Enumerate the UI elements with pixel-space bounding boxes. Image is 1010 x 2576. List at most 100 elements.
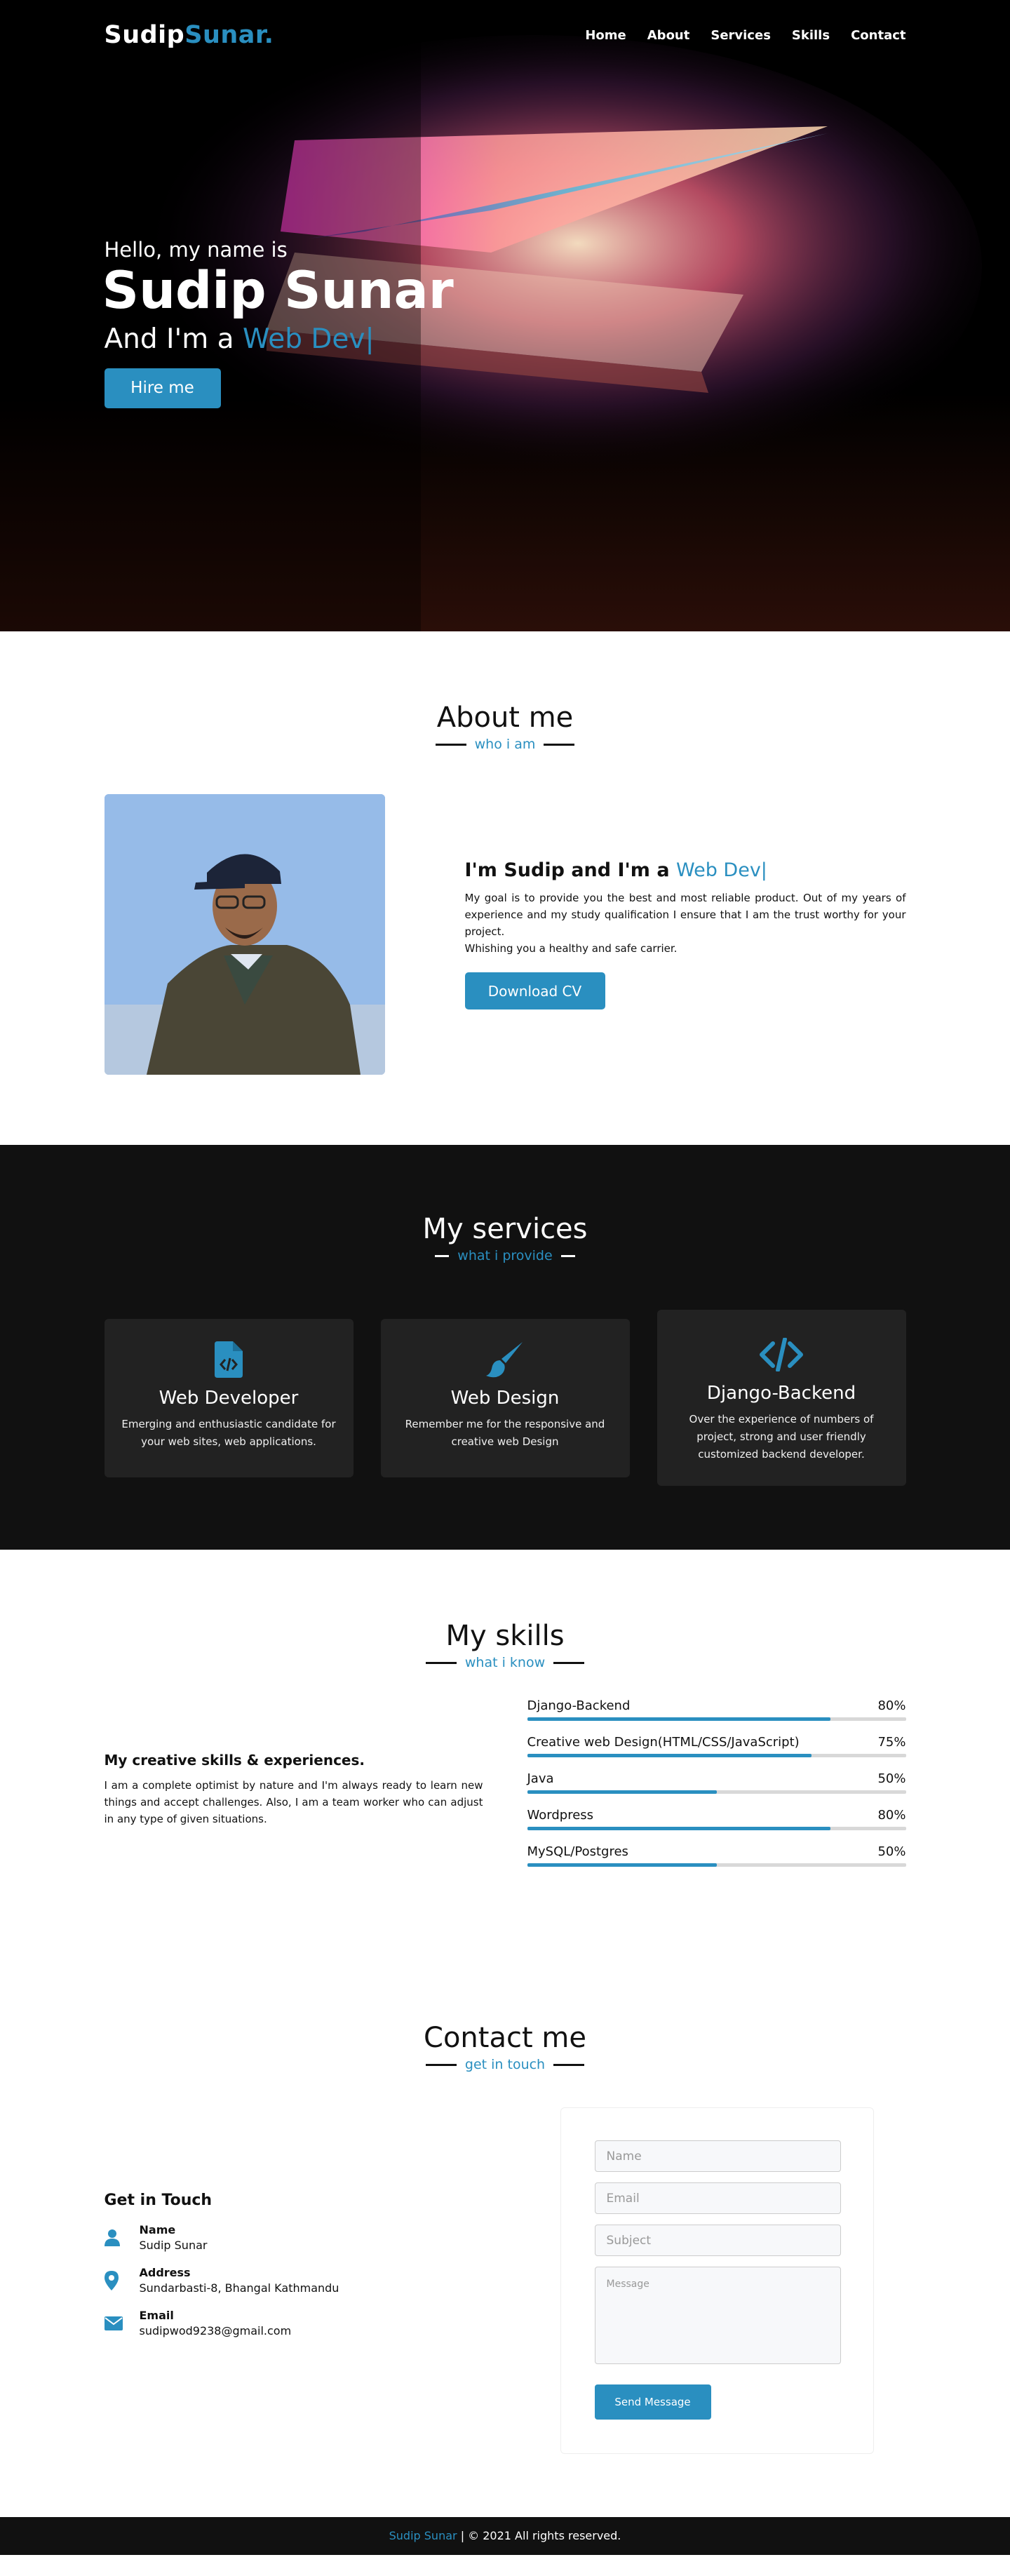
skill-bars: Django-Backend 80% Creative web Design(HT… xyxy=(527,1698,906,1881)
skill-track xyxy=(527,1717,906,1721)
user-icon xyxy=(104,2229,140,2246)
contact-value: Sudip Sunar xyxy=(139,2239,208,2252)
about-text: I'm Sudip and I'm a Web Dev| My goal is … xyxy=(464,859,906,1009)
skill-percent: 50% xyxy=(877,1844,906,1859)
skill-name: Wordpress xyxy=(527,1808,594,1823)
service-card[interactable]: Web Developer Emerging and enthusiastic … xyxy=(104,1318,354,1477)
divider xyxy=(553,1661,585,1664)
service-desc: Emerging and enthusiastic candidate for … xyxy=(121,1417,336,1448)
email-input[interactable]: Email xyxy=(594,2182,841,2214)
skill-track xyxy=(527,1827,906,1830)
contact-info-name: Name Sudip Sunar xyxy=(104,2223,455,2252)
download-cv-button[interactable]: Download CV xyxy=(464,972,605,1009)
contact-value: Sundarbasti-8, Bhangal Kathmandu xyxy=(139,2281,339,2295)
skill-percent: 80% xyxy=(877,1808,906,1823)
skill-name: Java xyxy=(527,1771,554,1786)
contact-info-email: Email sudipwod9238@gmail.com xyxy=(104,2309,455,2337)
subject-input[interactable]: Subject xyxy=(594,2225,841,2256)
contact-label: Email xyxy=(139,2309,174,2322)
contact-value: sudipwod9238@gmail.com xyxy=(139,2324,292,2337)
contact-title: Contact me xyxy=(424,2022,586,2054)
skill-fill xyxy=(527,1754,812,1757)
nav-menu: Home About Services Skills Contact xyxy=(585,28,905,43)
contact-subtitle-text: get in touch xyxy=(464,2057,546,2072)
divider xyxy=(544,743,575,746)
about-title: About me xyxy=(436,702,574,734)
skill-fill xyxy=(527,1827,830,1830)
hero-role: Web Dev| xyxy=(242,323,375,355)
skill-percent: 75% xyxy=(877,1735,906,1750)
logo-accent: Sunar. xyxy=(184,21,274,49)
skill-name: Django-Backend xyxy=(527,1698,631,1713)
skills-heading: My creative skills & experiences. xyxy=(104,1752,365,1769)
footer-copyright: | © 2021 All rights reserved. xyxy=(460,2529,621,2542)
skill-name: Creative web Design(HTML/CSS/JavaScript) xyxy=(527,1735,800,1750)
divider xyxy=(553,2063,585,2066)
code-icon xyxy=(674,1335,889,1374)
contact-subtitle: get in touch xyxy=(105,2057,906,2072)
service-card[interactable]: Web Design Remember me for the responsiv… xyxy=(380,1318,630,1477)
hero-role-prefix: And I'm a xyxy=(104,323,234,355)
skill-track xyxy=(527,1790,906,1794)
nav-about-link[interactable]: About xyxy=(647,28,690,43)
name-input[interactable]: Name xyxy=(594,2140,841,2172)
send-message-button[interactable]: Send Message xyxy=(594,2384,711,2420)
about-heading-prefix: I'm Sudip and I'm a xyxy=(464,859,670,881)
service-card[interactable]: Django-Backend Over the experience of nu… xyxy=(656,1310,906,1486)
skill-bar: Java 50% xyxy=(527,1771,906,1794)
skill-bar: Django-Backend 80% xyxy=(527,1698,906,1721)
contact-section: Contact me get in touch Get in Touch Nam… xyxy=(0,1943,1010,2517)
file-code-icon xyxy=(121,1340,337,1379)
about-section: About me who i am I'm Sudip and I'm a We… xyxy=(0,631,1010,1145)
hero-role-line: And I'm a Web Dev| xyxy=(105,323,906,355)
nav-home-link[interactable]: Home xyxy=(585,28,626,43)
contact-form: Name Email Subject Message Send Message xyxy=(560,2107,874,2454)
service-title: Web Developer xyxy=(159,1387,299,1409)
footer: Sudip Sunar | © 2021 All rights reserved… xyxy=(0,2517,1010,2555)
skill-percent: 80% xyxy=(877,1698,906,1713)
contact-label: Address xyxy=(139,2266,191,2279)
service-desc: Remember me for the responsive and creat… xyxy=(405,1417,605,1448)
about-heading-role: Web Dev| xyxy=(675,859,767,881)
skills-subtitle: what i know xyxy=(105,1655,906,1670)
envelope-icon xyxy=(104,2316,140,2330)
skill-bar: MySQL/Postgres 50% xyxy=(527,1844,906,1867)
skill-percent: 50% xyxy=(877,1771,906,1786)
services-subtitle: what i provide xyxy=(105,1248,906,1263)
about-heading: I'm Sudip and I'm a Web Dev| xyxy=(465,859,906,881)
skill-fill xyxy=(527,1863,717,1867)
skills-subtitle-text: what i know xyxy=(464,1655,546,1670)
contact-info-address: Address Sundarbasti-8, Bhangal Kathmandu xyxy=(104,2266,455,2295)
divider xyxy=(560,1254,575,1257)
nav-skills-link[interactable]: Skills xyxy=(792,28,830,43)
services-section: My services what i provide Web Developer xyxy=(0,1145,1010,1550)
divider xyxy=(435,1254,450,1257)
footer-name-link[interactable]: Sudip Sunar xyxy=(389,2529,457,2542)
hero-name: Sudip Sunar xyxy=(102,260,454,321)
nav-contact-link[interactable]: Contact xyxy=(851,28,905,43)
skill-track xyxy=(527,1863,906,1867)
logo[interactable]: SudipSunar. xyxy=(105,21,274,49)
skill-bar: Creative web Design(HTML/CSS/JavaScript)… xyxy=(527,1735,906,1757)
skills-section: My skills what i know My creative skills… xyxy=(0,1550,1010,1943)
paint-brush-icon xyxy=(398,1340,613,1379)
services-subtitle-text: what i provide xyxy=(457,1248,553,1263)
profile-photo xyxy=(104,794,385,1075)
logo-main: Sudip xyxy=(104,21,185,49)
contact-heading: Get in Touch xyxy=(104,2192,213,2209)
about-paragraph: Whishing you a healthy and safe carrier. xyxy=(464,942,678,955)
divider xyxy=(435,743,466,746)
skill-name: MySQL/Postgres xyxy=(527,1844,628,1859)
nav-services-link[interactable]: Services xyxy=(711,28,771,43)
skills-paragraph: I am a complete optimist by nature and I… xyxy=(104,1779,483,1825)
skill-track xyxy=(527,1754,906,1757)
divider xyxy=(425,1661,457,1664)
services-title: My services xyxy=(422,1213,588,1245)
skill-fill xyxy=(527,1790,717,1794)
about-paragraph: My goal is to provide you the best and m… xyxy=(464,892,906,938)
home-section: Hello, my name is Sudip Sunar And I'm a … xyxy=(0,0,1010,631)
hire-me-button[interactable]: Hire me xyxy=(104,368,221,408)
skill-bar: Wordpress 80% xyxy=(527,1808,906,1830)
message-textarea[interactable]: Message xyxy=(594,2267,841,2364)
about-subtitle: who i am xyxy=(105,737,906,752)
